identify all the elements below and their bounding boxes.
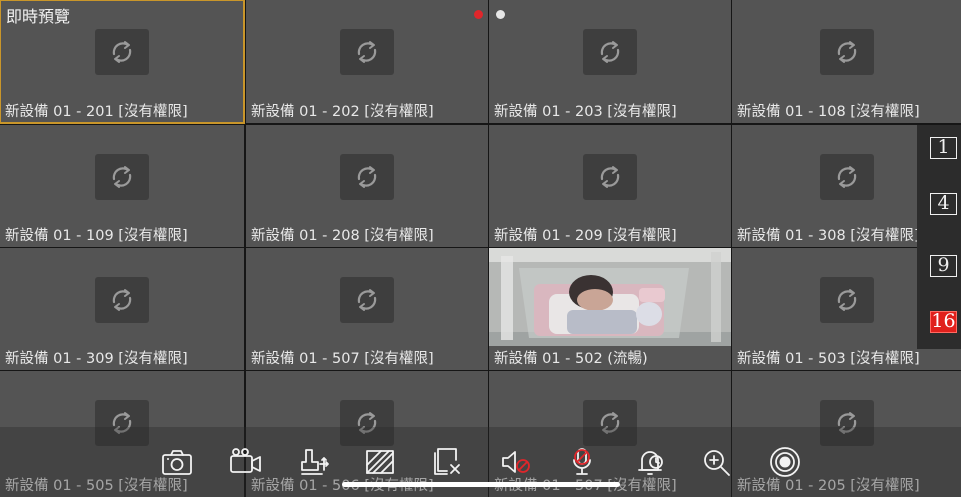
camera-cell[interactable]: 新設備 01 - 202 [沒有權限]: [246, 0, 488, 123]
camera-label: 新設備 01 - 109 [沒有權限]: [5, 228, 188, 244]
image-adjust-button[interactable]: [362, 446, 398, 478]
manual-record-button[interactable]: [767, 446, 803, 478]
loading-indicator: [95, 154, 149, 200]
loading-indicator: [819, 29, 874, 75]
layout-button-16[interactable]: 16: [930, 311, 957, 333]
close-window-icon: [434, 448, 460, 475]
camera-grid: 新設備 01 - 201 [沒有權限] 新設備 01 - 202 [沒有權限] 新設…: [0, 0, 961, 497]
loading-icon: [357, 41, 377, 63]
loading-icon: [837, 166, 856, 188]
camera-cell[interactable]: 新設備 01 - 208 [沒有權限]: [246, 125, 488, 247]
manual-record-icon: [770, 447, 800, 477]
zoom-in-icon: [704, 450, 730, 476]
record-icon: [230, 448, 261, 473]
ptz-icon: [301, 449, 329, 475]
loading-indicator: [340, 29, 394, 75]
snapshot-icon: [162, 450, 192, 475]
zoom-in-button[interactable]: [699, 446, 735, 478]
camera-label: 新設備 01 - 202 [沒有權限]: [251, 104, 434, 120]
camera-label: 新設備 01 - 203 [沒有權限]: [494, 104, 677, 120]
loading-indicator: [583, 154, 637, 200]
camera-label: 新設備 01 - 209 [沒有權限]: [494, 228, 677, 244]
loading-icon: [112, 166, 132, 188]
loading-icon: [837, 289, 856, 311]
camera-cell[interactable]: 新設備 01 - 502 (流暢): [489, 248, 731, 370]
image-adjust-icon: [366, 450, 394, 474]
loading-icon: [112, 41, 132, 63]
record-button[interactable]: [227, 446, 263, 478]
loading-icon: [112, 289, 132, 311]
camera-cell[interactable]: 新設備 01 - 507 [沒有權限]: [246, 248, 488, 370]
loading-indicator: [340, 277, 394, 323]
camera-label: 新設備 01 - 503 [沒有權限]: [737, 351, 920, 367]
loading-icon: [357, 166, 377, 188]
loading-indicator: [340, 154, 394, 200]
alarm-button[interactable]: [634, 446, 670, 478]
camera-cell[interactable]: 新設備 01 - 203 [沒有權限]: [489, 0, 731, 123]
loading-indicator: [95, 29, 149, 75]
snapshot-button[interactable]: [159, 446, 195, 478]
camera-cell[interactable]: 新設備 01 - 108 [沒有權限]: [732, 0, 961, 123]
layout-selector: 1 4 9 16: [917, 125, 961, 349]
camera-label: 新設備 01 - 507 [沒有權限]: [251, 351, 434, 367]
audio-off-icon: [502, 451, 530, 473]
layout-button-4[interactable]: 4: [930, 193, 957, 215]
loading-icon: [600, 41, 620, 63]
loading-indicator: [583, 29, 637, 75]
loading-indicator: [819, 154, 874, 200]
camera-feed-image: [489, 248, 731, 346]
camera-label: 新設備 01 - 201 [沒有權限]: [5, 104, 188, 120]
loading-icon: [357, 289, 377, 311]
camera-label: 新設備 01 - 108 [沒有權限]: [737, 104, 920, 120]
camera-label: 新設備 01 - 502 (流暢): [494, 351, 648, 367]
ptz-button[interactable]: [297, 446, 333, 478]
camera-cell[interactable]: 新設備 01 - 109 [沒有權限]: [0, 125, 244, 247]
page-indicator[interactable]: [474, 10, 505, 19]
loading-indicator: [95, 277, 149, 323]
page-title: 即時預覽: [6, 7, 71, 26]
alarm-icon: [638, 451, 663, 475]
camera-label: 新設備 01 - 208 [沒有權限]: [251, 228, 434, 244]
camera-label: 新設備 01 - 309 [沒有權限]: [5, 351, 188, 367]
page-dot[interactable]: [496, 10, 505, 19]
live-preview-screen: 新設備 01 - 201 [沒有權限] 新設備 01 - 202 [沒有權限] 新設…: [0, 0, 961, 497]
home-indicator[interactable]: [342, 482, 620, 487]
camera-cell[interactable]: 新設備 01 - 309 [沒有權限]: [0, 248, 244, 370]
camera-feed: [489, 248, 731, 346]
talk-off-icon: [573, 448, 591, 475]
loading-icon: [837, 41, 856, 63]
audio-off-button[interactable]: [498, 446, 534, 478]
layout-button-9[interactable]: 9: [930, 255, 957, 277]
close-window-button[interactable]: [430, 446, 466, 478]
loading-indicator: [819, 277, 874, 323]
camera-cell[interactable]: 新設備 01 - 209 [沒有權限]: [489, 125, 731, 247]
layout-button-1[interactable]: 1: [930, 137, 957, 159]
talk-off-button[interactable]: [566, 446, 602, 478]
page-dot[interactable]: [474, 10, 483, 19]
loading-icon: [600, 166, 620, 188]
